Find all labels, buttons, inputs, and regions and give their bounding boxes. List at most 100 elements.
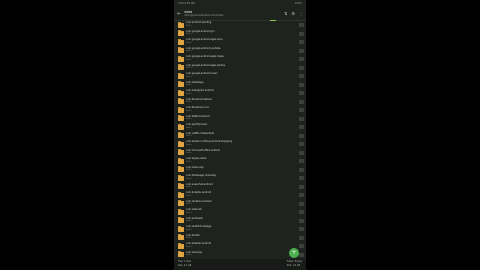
item-select-icon[interactable]	[299, 99, 304, 104]
item-select-icon[interactable]	[299, 74, 304, 78]
item-select-icon[interactable]	[299, 65, 304, 70]
item-select-icon[interactable]	[299, 142, 304, 146]
folder-icon	[178, 234, 184, 240]
folder-subtitle: Folder	[186, 186, 192, 189]
folder-subtitle: Folder	[186, 177, 192, 180]
folder-subtitle: Folder	[186, 245, 192, 248]
folder-icon	[178, 157, 184, 164]
folder-subtitle: Folder	[186, 50, 192, 53]
folder-subtitle: Folder	[186, 58, 192, 61]
folder-icon	[178, 98, 184, 104]
folder-icon	[178, 30, 184, 36]
folder-name: com.amazon.mShop.android.shopping	[186, 140, 233, 144]
item-select-icon[interactable]	[299, 184, 304, 189]
list-item[interactable]: com.twitter.android Folder	[174, 115, 306, 124]
list-item[interactable]: com.linkedin.android Folder	[174, 191, 306, 200]
folder-icon	[178, 72, 184, 79]
item-select-icon[interactable]	[299, 23, 304, 27]
item-select-icon[interactable]	[299, 167, 304, 172]
item-select-icon[interactable]	[299, 125, 304, 129]
item-select-icon[interactable]	[299, 116, 304, 121]
list-item[interactable]: com.microsoft.office.outlook Folder	[174, 149, 306, 158]
folder-icon	[178, 200, 184, 206]
list-item[interactable]: com.zhiliaoapp.musically Folder	[174, 174, 306, 183]
list-item[interactable]: com.google.android.apps.photos Folder	[174, 64, 306, 73]
folder-icon	[178, 115, 184, 121]
toolbar: ← data /storage/emulated/0/Android/data …	[174, 7, 306, 21]
more-vertical-icon[interactable]: ⋮	[299, 12, 303, 16]
item-select-icon[interactable]	[299, 133, 304, 138]
item-select-icon[interactable]	[299, 82, 304, 87]
free-size-text: Size: 4.1 GB	[178, 264, 192, 267]
list-item[interactable]: com.amazon.mShop.android.shopping Folder	[174, 140, 306, 149]
list-item[interactable]: com.facebook.katana Folder	[174, 98, 306, 107]
list-item[interactable]: com.snapchat.android Folder	[174, 183, 306, 192]
list-item[interactable]: com.dropbox.android Folder	[174, 200, 306, 209]
list-item[interactable]: com.whatsapp Folder	[174, 81, 306, 90]
toolbar-actions: ⇅ ⚙ ⋮	[284, 12, 303, 16]
folder-icon	[178, 140, 184, 147]
list-item[interactable]: com.netflix.mediaclient Folder	[174, 132, 306, 141]
item-select-icon[interactable]	[299, 159, 304, 163]
folder-icon	[178, 208, 184, 215]
folder-subtitle: Folder	[186, 118, 192, 121]
folder-icon	[178, 89, 184, 96]
arrow-left-icon[interactable]: ←	[177, 11, 181, 17]
list-item[interactable]: com.spotify.music Folder	[174, 123, 306, 132]
folder-icon	[178, 64, 184, 70]
item-select-icon[interactable]	[299, 40, 304, 44]
folder-icon	[178, 55, 184, 62]
item-select-icon[interactable]	[299, 252, 304, 257]
list-item[interactable]: com.ubercab Folder	[174, 208, 306, 217]
item-select-icon[interactable]	[299, 108, 304, 112]
folder-icon	[178, 149, 184, 155]
list-item[interactable]: com.google.android.apps.maps Folder	[174, 55, 306, 64]
folder-list[interactable]: com.android.vending Folder com.google.andr…	[174, 21, 306, 259]
item-select-icon[interactable]	[299, 201, 304, 206]
folder-subtitle: Folder	[186, 220, 192, 223]
folder-icon	[178, 217, 184, 223]
list-item[interactable]: com.google.android.gm Folder	[174, 30, 306, 39]
item-select-icon[interactable]	[299, 57, 304, 61]
item-select-icon[interactable]	[299, 227, 304, 231]
breadcrumb-path[interactable]: /storage/emulated/0/Android/data	[184, 14, 284, 17]
folder-subtitle: Folder	[186, 169, 192, 172]
gear-icon[interactable]: ⚙	[291, 12, 295, 16]
folder-subtitle: Folder	[186, 75, 192, 78]
item-select-icon[interactable]	[299, 48, 304, 53]
folder-icon	[178, 191, 184, 198]
item-select-icon[interactable]	[299, 218, 304, 223]
folder-subtitle: Folder	[186, 135, 192, 138]
list-item[interactable]: com.shazam.android Folder	[174, 242, 306, 251]
list-item[interactable]: com.android.vending Folder	[174, 21, 306, 30]
item-select-icon[interactable]	[299, 210, 304, 214]
list-item[interactable]: com.tumblr Folder	[174, 234, 306, 243]
item-select-icon[interactable]	[299, 193, 304, 197]
list-item[interactable]: com.google.android.youtube Folder	[174, 47, 306, 56]
folder-icon	[178, 242, 184, 249]
item-select-icon[interactable]	[299, 91, 304, 95]
free-items-text: Free: 1 Item	[178, 260, 192, 263]
list-item[interactable]: com.pinterest Folder	[174, 217, 306, 226]
list-item[interactable]: com.google.android.music Folder	[174, 72, 306, 81]
item-select-icon[interactable]	[299, 235, 304, 240]
plus-icon: +	[291, 249, 297, 256]
folder-subtitle: Folder	[186, 211, 192, 214]
folder-icon	[178, 174, 184, 181]
list-item[interactable]: com.viber.voip Folder	[174, 166, 306, 175]
list-item[interactable]: com.facebook.orca Folder	[174, 106, 306, 115]
item-select-icon[interactable]	[299, 176, 304, 180]
add-fab-button[interactable]: +	[289, 248, 299, 258]
folder-subtitle: Folder	[186, 194, 192, 197]
list-item[interactable]: com.google.android.apps.docs Folder	[174, 38, 306, 47]
list-item[interactable]: com.reddit.frontpage Folder	[174, 225, 306, 234]
list-item[interactable]: com.instagram.android Folder	[174, 89, 306, 98]
sort-icon[interactable]: ⇅	[284, 12, 287, 16]
folder-subtitle: Folder	[186, 84, 192, 87]
item-select-icon[interactable]	[299, 31, 304, 36]
list-item[interactable]: com.duolingo Folder	[174, 251, 306, 260]
folder-subtitle: Folder	[186, 33, 192, 36]
item-select-icon[interactable]	[299, 150, 304, 155]
item-select-icon[interactable]	[299, 244, 304, 248]
list-item[interactable]: com.skype.raider Folder	[174, 157, 306, 166]
